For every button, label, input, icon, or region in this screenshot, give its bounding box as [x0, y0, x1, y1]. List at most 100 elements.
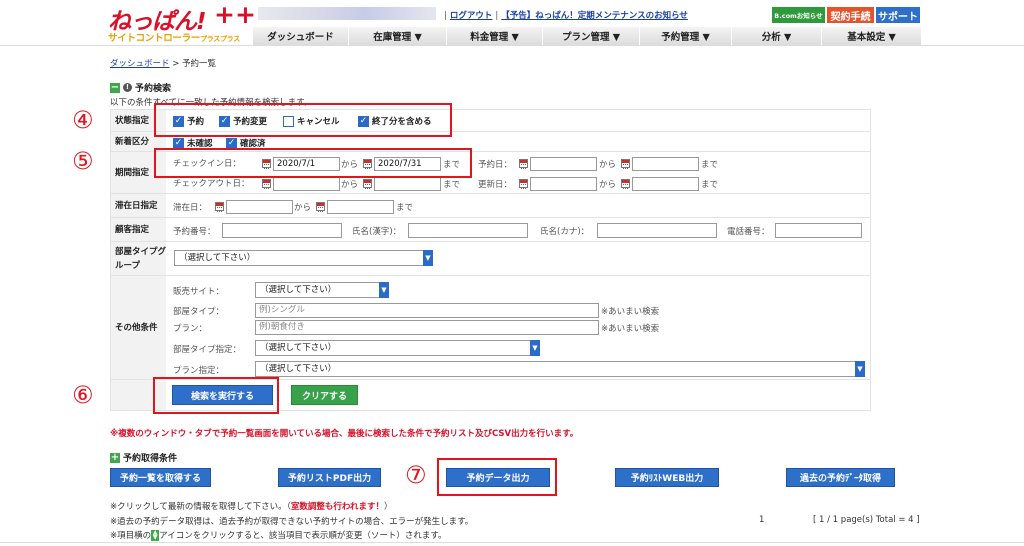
- dropdown-arrow-icon[interactable]: ▼: [423, 250, 433, 266]
- room-type-input[interactable]: 例)シングル: [255, 303, 599, 318]
- highlight-execute: [153, 377, 279, 414]
- stay-to-input[interactable]: [327, 200, 394, 214]
- multi-window-warning: ※複数のウィンドウ・タブで予約一覧画面を開いている場合、最後に検索した条件で予約…: [110, 429, 579, 439]
- support-button[interactable]: サポート: [876, 7, 920, 23]
- reservation-no-input[interactable]: [222, 223, 342, 238]
- web-output-button[interactable]: 予約ﾘｽﾄWEB出力: [615, 468, 719, 487]
- main-nav: ダッシュボード 在庫管理 ▼ 料金管理 ▼ プラン管理 ▼ 予約管理 ▼ 分析 …: [253, 27, 921, 45]
- logo-plus: ++: [214, 0, 256, 29]
- room-group-select[interactable]: （選択して下さい） ▼: [174, 250, 433, 266]
- phone-input[interactable]: [775, 223, 862, 238]
- plan-spec-label: プラン指定：: [173, 366, 225, 376]
- row-stay: 滞在日指定 滞在日： から まで: [111, 194, 870, 218]
- logo-subtitle-small: プラスプラス: [200, 35, 240, 43]
- nav-inventory[interactable]: 在庫管理 ▼: [349, 27, 447, 45]
- bcom-notice-button[interactable]: B.comお知らせ: [772, 7, 825, 23]
- plan-spec-select[interactable]: （選択して下さい） ▼: [255, 361, 865, 377]
- bottom-divider: [0, 542, 1024, 543]
- footnote-3-text-a: ※項目横の: [110, 531, 152, 541]
- other-label: その他条件: [111, 276, 166, 379]
- row-other: その他条件 販売サイト： （選択して下さい） ▼ 部屋タイプ： 例)シングル ※あ…: [111, 276, 870, 380]
- room-type-spec-label: 部屋タイプ指定：: [173, 345, 242, 355]
- calendar-icon[interactable]: [215, 202, 224, 212]
- room-group-label: 部屋タイプグループ: [111, 242, 166, 275]
- plan-input[interactable]: 例)朝食付き: [255, 320, 599, 335]
- footnote-1-text: ※クリックして最新の情報を取得して下さい。（: [110, 502, 291, 512]
- notice-link[interactable]: 【予告】ねっぱん！定期メンテナンスのお知らせ: [501, 11, 688, 21]
- checkout-label: チェックアウト日：: [173, 179, 250, 189]
- nav-plans[interactable]: プラン管理 ▼: [543, 27, 640, 45]
- nav-reservations[interactable]: 予約管理 ▼: [640, 27, 732, 45]
- nav-settings[interactable]: 基本設定 ▼: [822, 27, 921, 45]
- phone-label: 電話番号：: [727, 227, 770, 237]
- update-to-input[interactable]: [632, 177, 699, 191]
- room-type-label: 部屋タイプ：: [173, 307, 225, 317]
- clear-button[interactable]: クリアする: [291, 385, 358, 405]
- name-kana-input[interactable]: [597, 223, 717, 238]
- checkbox-checked-icon[interactable]: ✓: [226, 137, 237, 149]
- footnote-3-text-b: アイコンをクリックすると、該当項目で表示順が変更（ソート）されます。: [159, 531, 447, 541]
- search-section-title: 予約検索: [135, 84, 172, 94]
- data-output-button[interactable]: 予約データ出力: [446, 468, 550, 487]
- calendar-icon[interactable]: [519, 179, 528, 189]
- expand-icon[interactable]: +: [110, 452, 120, 463]
- row-room-group: 部屋タイプグループ （選択して下さい） ▼: [111, 242, 870, 276]
- name-kana-label: 氏名(カナ)：: [540, 227, 590, 237]
- breadcrumb-current: 予約一覧: [182, 59, 217, 69]
- dropdown-arrow-icon[interactable]: ▼: [855, 361, 865, 377]
- calendar-icon[interactable]: [363, 179, 372, 189]
- annotation-7: ⑦: [405, 461, 427, 489]
- room-type-spec-select[interactable]: （選択して下さい） ▼: [255, 340, 540, 356]
- nav-analysis[interactable]: 分析 ▼: [732, 27, 822, 45]
- stay-from-text: から: [294, 203, 312, 213]
- reserve-date-label: 予約日：: [478, 160, 513, 170]
- plan-spec-select-value: （選択して下さい）: [260, 364, 337, 374]
- dropdown-arrow-icon[interactable]: ▼: [530, 340, 540, 356]
- checkout-from-input[interactable]: [273, 177, 340, 191]
- update-until-text: まで: [701, 180, 719, 190]
- calendar-icon[interactable]: [316, 202, 325, 212]
- past-data-button[interactable]: 過去の予約ﾃﾞｰﾀ取得: [786, 468, 895, 487]
- room-type-fuzzy-note: ※あいまい検索: [601, 307, 660, 317]
- nav-dashboard[interactable]: ダッシュボード: [253, 27, 349, 45]
- row-customer: 顧客指定 予約番号： 氏名(漢字)： 氏名(カナ)： 電話番号：: [111, 218, 870, 242]
- update-date-label: 更新日：: [478, 180, 513, 190]
- reserve-from-text: から: [599, 160, 617, 170]
- footnote-3: ※項目横の ▲ ▼ アイコンをクリックすると、該当項目で表示順が変更（ソート）されます…: [110, 529, 447, 541]
- get-list-button[interactable]: 予約一覧を取得する: [110, 468, 211, 487]
- app-header: ねっぱん! ++ サイトコントローラープラスプラス | ログアウト | 【予告】ねっぱ…: [0, 0, 1024, 46]
- logout-link[interactable]: ログアウト: [450, 11, 493, 21]
- update-from-text: から: [599, 180, 617, 190]
- calendar-icon[interactable]: [519, 159, 528, 169]
- breadcrumb-dashboard[interactable]: ダッシュボード: [110, 59, 170, 69]
- sort-icon: ▲ ▼: [151, 529, 160, 541]
- acquire-section-header[interactable]: + 予約取得条件: [110, 451, 177, 464]
- stay-from-input[interactable]: [226, 200, 293, 214]
- stay-label: 滞在日指定: [111, 194, 166, 217]
- room-type-spec-select-value: （選択して下さい）: [260, 343, 337, 353]
- checkout-to-input[interactable]: [374, 177, 441, 191]
- update-from-input[interactable]: [530, 177, 597, 191]
- pagination-page[interactable]: 1: [759, 515, 764, 525]
- annotation-5: ⑤: [72, 147, 94, 175]
- name-kanji-label: 氏名(漢字)：: [352, 227, 402, 237]
- contract-button[interactable]: 契約手続: [827, 7, 874, 23]
- calendar-icon[interactable]: [262, 179, 271, 189]
- checkbox-checked-icon[interactable]: ✓: [173, 137, 184, 149]
- footnote-1-close: ）: [383, 502, 393, 512]
- search-section-header[interactable]: − ! 予約検索: [110, 81, 171, 94]
- reserve-from-input[interactable]: [530, 157, 597, 171]
- customer-label: 顧客指定: [111, 218, 166, 241]
- nav-pricing[interactable]: 料金管理 ▼: [447, 27, 543, 45]
- pdf-output-button[interactable]: 予約リストPDF出力: [278, 468, 381, 487]
- pagination-summary: [ 1 / 1 page(s) Total = 4 ]: [813, 515, 920, 525]
- dropdown-arrow-icon[interactable]: ▼: [379, 282, 389, 298]
- calendar-icon[interactable]: [621, 159, 630, 169]
- collapse-icon[interactable]: −: [110, 82, 120, 93]
- logo-subtitle: サイトコントローラープラスプラス: [108, 30, 240, 44]
- sales-site-select[interactable]: （選択して下さい） ▼: [255, 282, 389, 298]
- reserve-to-input[interactable]: [632, 157, 699, 171]
- hotel-name-blurred: [258, 7, 436, 20]
- calendar-icon[interactable]: [621, 179, 630, 189]
- name-kanji-input[interactable]: [408, 223, 528, 238]
